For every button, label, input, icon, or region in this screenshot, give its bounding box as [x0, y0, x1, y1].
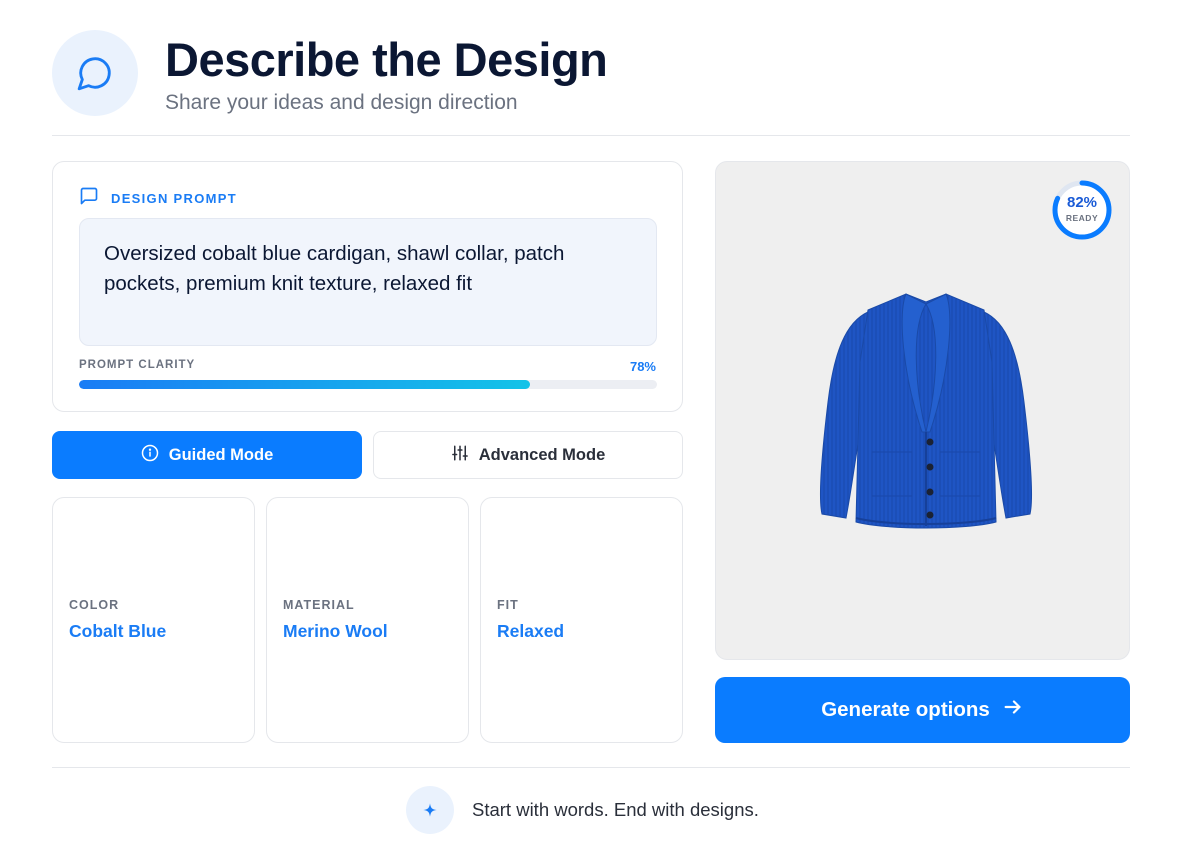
advanced-mode-button[interactable]: Advanced Mode: [373, 431, 683, 479]
guided-mode-button[interactable]: Guided Mode: [52, 431, 362, 479]
page-header: Describe the Design Share your ideas and…: [52, 30, 1130, 136]
prompt-label-row: DESIGN PROMPT: [79, 186, 237, 211]
footer-tagline: Start with words. End with designs.: [472, 799, 759, 820]
arrow-right-icon: [1002, 696, 1024, 724]
attribute-label: MATERIAL: [283, 598, 355, 612]
clarity-percent: 78%: [629, 359, 656, 374]
readiness-label: READY: [1065, 213, 1099, 223]
chat-bubble-icon: [52, 30, 138, 116]
attribute-card-material[interactable]: MATERIAL Merino Wool: [266, 497, 469, 743]
clarity-label: PROMPT CLARITY: [79, 359, 196, 371]
attribute-card-fit[interactable]: FIT Relaxed: [480, 497, 683, 743]
attribute-label: COLOR: [69, 598, 120, 612]
clarity-progress-bar: [79, 380, 657, 389]
generate-options-label: Generate options: [821, 698, 990, 721]
clarity-progress-fill: [79, 380, 530, 389]
sliders-icon: [451, 444, 469, 467]
design-preview: 82% READY: [715, 161, 1130, 660]
prompt-label: DESIGN PROMPT: [111, 191, 237, 206]
sparkle-icon: [406, 786, 454, 834]
readiness-percent: 82%: [1066, 194, 1098, 211]
attribute-value: Merino Wool: [283, 621, 388, 641]
advanced-mode-label: Advanced Mode: [478, 445, 606, 464]
attribute-card-color[interactable]: COLOR Cobalt Blue: [52, 497, 255, 743]
prompt-card: DESIGN PROMPT Oversized cobalt blue card…: [52, 161, 683, 412]
attribute-value: Relaxed: [497, 621, 565, 641]
guided-mode-label: Guided Mode: [168, 445, 274, 464]
page-subtitle: Share your ideas and design direction: [165, 91, 518, 114]
message-square-icon: [79, 186, 99, 211]
readiness-ring: 82% READY: [1051, 179, 1113, 241]
attribute-value: Cobalt Blue: [69, 621, 167, 641]
page-title: Describe the Design: [165, 33, 608, 86]
footer-divider: [52, 767, 1130, 768]
generate-options-button[interactable]: Generate options: [715, 677, 1130, 743]
cardigan-image: [819, 293, 1033, 529]
attribute-label: FIT: [497, 598, 519, 612]
info-circle-icon: [141, 444, 159, 467]
design-prompt-input[interactable]: Oversized cobalt blue cardigan, shawl co…: [79, 218, 657, 346]
